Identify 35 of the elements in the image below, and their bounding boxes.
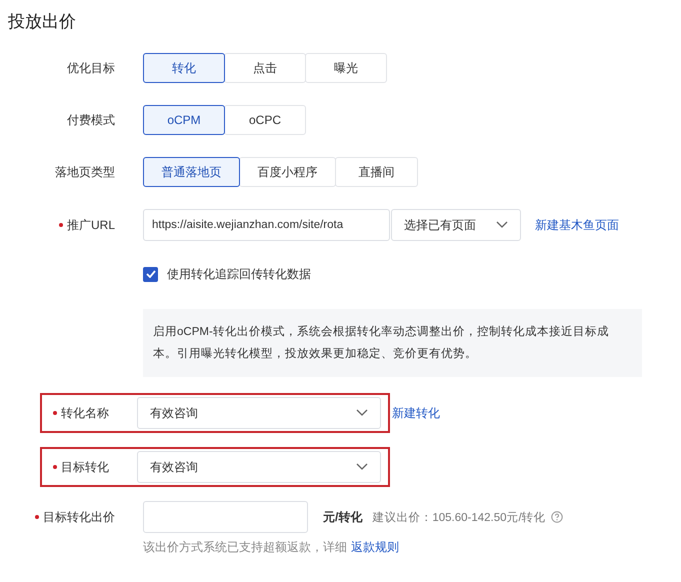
suggested-price: 建议出价：105.60-142.50元/转化 bbox=[372, 510, 546, 524]
segment-button[interactable]: oCPM bbox=[143, 105, 225, 135]
help-icon[interactable] bbox=[550, 511, 563, 523]
segment-button[interactable]: oCPC bbox=[224, 105, 306, 135]
segment-button[interactable]: 点击 bbox=[224, 53, 306, 83]
segment-button[interactable]: 曝光 bbox=[305, 53, 387, 83]
field-label: 落地页类型 bbox=[55, 164, 115, 180]
segment-button[interactable]: 百度小程序 bbox=[239, 157, 336, 187]
refund-rules-link[interactable]: 返款规则 bbox=[351, 539, 399, 556]
field-label: 转化名称 bbox=[61, 404, 109, 422]
price-input[interactable] bbox=[143, 501, 308, 533]
segment-button[interactable]: 直播间 bbox=[335, 157, 418, 187]
url-input[interactable]: https://aisite.wejianzhan.com/site/rota bbox=[143, 209, 390, 241]
field-label: 推广URL bbox=[66, 216, 115, 234]
info-panel: 启用oCPM-转化出价模式，系统会根据转化率动态调整出价，控制转化成本接近目标成本。引用曝光转化模型，投放效果更加稳定、竞价更有优势。 bbox=[143, 309, 642, 377]
refund-note: 该出价方式系统已支持超额返款，详细 bbox=[143, 539, 347, 556]
chevron-down-icon bbox=[356, 409, 368, 417]
conversion-select[interactable]: 有效咨询 bbox=[137, 397, 381, 429]
checkbox[interactable] bbox=[143, 266, 158, 282]
checkbox-label: 使用转化追踪回传转化数据 bbox=[167, 266, 311, 282]
field-label: 目标转化 bbox=[61, 458, 109, 476]
segment-button[interactable]: 转化 bbox=[143, 53, 225, 83]
new-page-link[interactable]: 新建基木鱼页面 bbox=[535, 216, 619, 234]
conversion-select[interactable]: 有效咨询 bbox=[137, 451, 381, 483]
section-title: 投放出价 bbox=[8, 11, 77, 33]
field-label: 优化目标 bbox=[67, 60, 115, 76]
new-conversion-link[interactable]: 新建转化 bbox=[392, 404, 440, 422]
field-label: 付费模式 bbox=[67, 112, 115, 128]
unit-label: 元/转化 bbox=[323, 508, 362, 526]
chevron-down-icon bbox=[356, 463, 368, 471]
segment-button[interactable]: 普通落地页 bbox=[143, 157, 240, 187]
page-select[interactable]: 选择已有页面 bbox=[391, 209, 521, 241]
check-icon bbox=[146, 270, 156, 278]
chevron-down-icon bbox=[496, 221, 508, 229]
field-label: 目标转化出价 bbox=[43, 508, 115, 526]
